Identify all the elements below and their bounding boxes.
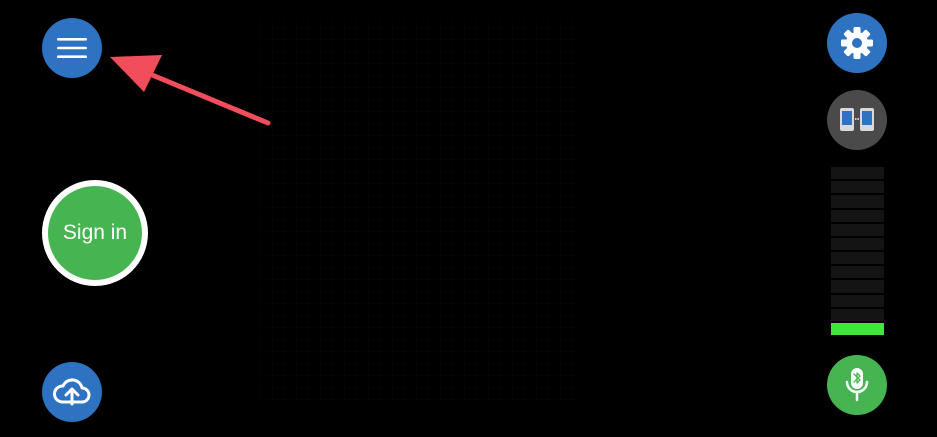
- sign-in-button[interactable]: Sign in: [48, 186, 142, 280]
- gear-icon: [841, 27, 873, 59]
- meter-segment: [831, 209, 884, 222]
- camera-screen: Sign in: [0, 0, 937, 437]
- microphone-button[interactable]: [827, 355, 887, 415]
- menu-button[interactable]: [42, 18, 102, 78]
- hamburger-icon: [57, 38, 87, 58]
- settings-button[interactable]: [827, 13, 887, 73]
- meter-segment: [831, 308, 884, 321]
- meter-segment: [831, 167, 884, 180]
- devices-button[interactable]: [827, 90, 887, 150]
- audio-level-meter: [831, 167, 884, 336]
- meter-segment: [831, 195, 884, 208]
- meter-segment: [831, 237, 884, 251]
- meter-segment: [831, 322, 884, 336]
- meter-segment: [831, 280, 884, 293]
- bluetooth-microphone-icon: [845, 368, 869, 402]
- sign-in-ring: Sign in: [42, 180, 148, 286]
- meter-segment: [831, 294, 884, 307]
- meter-segment: [831, 252, 884, 265]
- cloud-upload-icon: [53, 378, 91, 406]
- upload-button[interactable]: [42, 362, 102, 422]
- two-devices-icon: [840, 108, 874, 131]
- meter-segment: [831, 223, 884, 236]
- sign-in-label: Sign in: [62, 221, 128, 244]
- meter-segment: [831, 181, 884, 194]
- background-texture: [260, 20, 580, 400]
- meter-segment: [831, 266, 884, 279]
- pointer-arrow: [110, 55, 271, 126]
